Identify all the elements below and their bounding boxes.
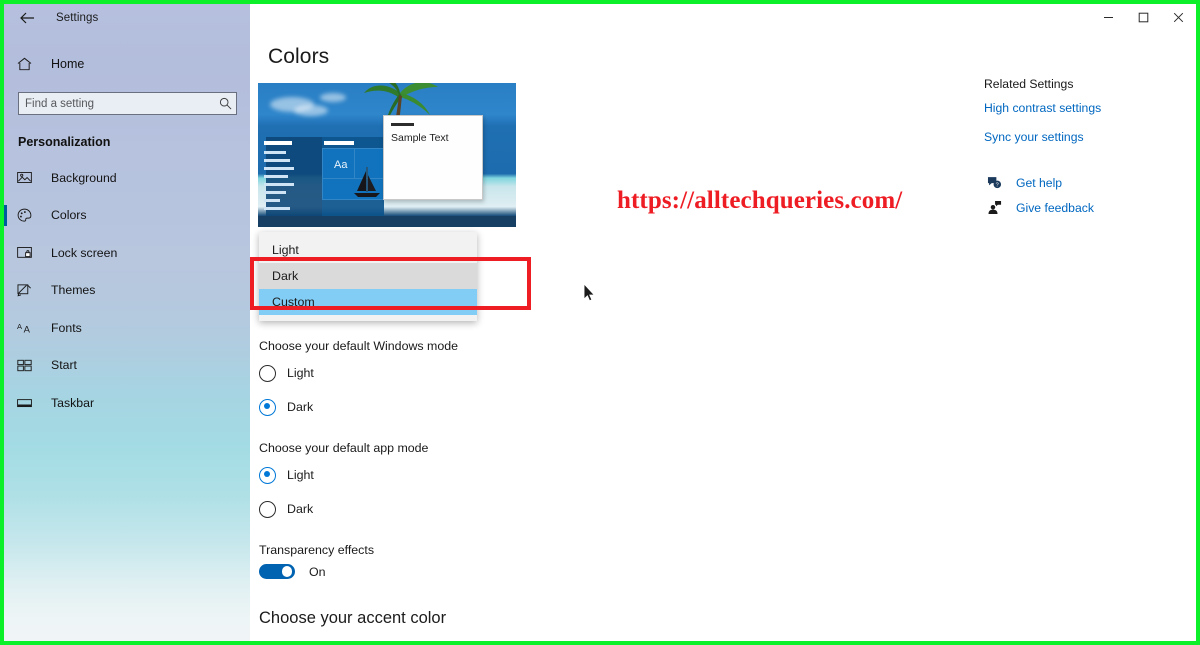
windows-mode-radio-dark[interactable]: Dark	[259, 397, 313, 417]
rail-actions: ? Get help Give feedback	[984, 176, 1184, 215]
lock-screen-icon	[17, 246, 37, 259]
watermark-text: https://alltechqueries.com/	[617, 187, 903, 214]
search-box[interactable]	[18, 92, 237, 115]
preview-taskbar	[258, 216, 516, 227]
radio-label: Dark	[287, 502, 314, 516]
give-feedback-action[interactable]: Give feedback	[984, 200, 1184, 215]
transparency-label: Transparency effects	[259, 543, 375, 557]
home-icon	[17, 57, 39, 71]
radio-indicator[interactable]	[259, 500, 276, 518]
windows-mode-radio-light[interactable]: Light	[259, 363, 314, 383]
colors-preview-image: Aa Sample Text	[258, 83, 516, 227]
preview-menu-line	[264, 159, 290, 162]
preview-cloud	[320, 93, 346, 102]
sidebar-item-taskbar[interactable]: Taskbar	[4, 384, 250, 422]
preview-sample-window-titlebar	[391, 123, 414, 126]
window-titlebar: Settings	[4, 4, 250, 32]
picture-icon	[17, 171, 37, 184]
preview-menu-line	[264, 167, 294, 170]
sidebar-item-label: Taskbar	[51, 395, 95, 410]
svg-text:A: A	[24, 324, 31, 334]
windows-mode-label: Choose your default Windows mode	[259, 339, 459, 353]
radio-label: Light	[287, 366, 314, 380]
highlight-box	[250, 257, 531, 310]
transparency-state-label: On	[309, 564, 326, 579]
maximize-button[interactable]	[1126, 4, 1161, 30]
feedback-person-icon	[984, 200, 1004, 215]
transparency-toggle-row[interactable]: On	[259, 564, 326, 579]
sidebar-section-title: Personalization	[18, 135, 111, 149]
search-icon[interactable]	[214, 97, 236, 110]
preview-menu-line	[264, 199, 280, 202]
radio-label: Light	[287, 468, 314, 482]
sidebar-item-colors[interactable]: Colors	[4, 197, 250, 235]
sidebar-item-label: Start	[51, 358, 77, 373]
link-high-contrast-settings[interactable]: High contrast settings	[984, 101, 1184, 115]
sidebar-item-label: Lock screen	[51, 245, 118, 260]
radio-label: Dark	[287, 400, 314, 414]
mouse-cursor-icon	[583, 283, 596, 302]
preview-cloud	[294, 105, 328, 116]
screenshot-root: Settings Home Person	[0, 0, 1200, 645]
preview-tiles-label	[324, 141, 354, 145]
svg-text:?: ?	[995, 183, 998, 189]
help-chat-icon: ?	[984, 176, 1004, 190]
radio-indicator[interactable]	[259, 364, 276, 382]
preview-accent-bar	[264, 141, 292, 145]
link-sync-your-settings[interactable]: Sync your settings	[984, 130, 1184, 144]
related-settings-title: Related Settings	[984, 77, 1074, 91]
get-help-label: Get help	[1016, 176, 1063, 190]
accent-color-heading: Choose your accent color	[259, 609, 447, 627]
sidebar-item-label: Background	[51, 170, 117, 185]
radio-indicator[interactable]	[259, 466, 276, 484]
preview-boat	[354, 167, 380, 197]
preview-sample-window: Sample Text	[383, 115, 483, 200]
settings-content: Colors Aa Sample Text Light Dark Custom …	[250, 4, 1196, 641]
back-arrow-icon[interactable]	[14, 6, 40, 30]
taskbar-icon	[17, 397, 37, 409]
search-input[interactable]	[19, 93, 214, 114]
window-title: Settings	[56, 12, 99, 24]
settings-sidebar: Settings Home Person	[4, 4, 250, 641]
sidebar-item-label: Themes	[51, 283, 96, 298]
close-button[interactable]	[1161, 4, 1196, 30]
sidebar-item-home[interactable]: Home	[4, 47, 250, 81]
window-controls	[1091, 4, 1196, 30]
preview-tile-text: Aa	[334, 159, 348, 171]
sidebar-item-lock-screen[interactable]: Lock screen	[4, 234, 250, 272]
toggle-knob	[281, 566, 292, 577]
sidebar-item-label: Colors	[51, 208, 87, 223]
palette-icon	[17, 208, 37, 223]
sidebar-item-background[interactable]: Background	[4, 159, 250, 197]
give-feedback-label: Give feedback	[1016, 200, 1094, 215]
preview-menu-line	[264, 151, 286, 154]
get-help-action[interactable]: ? Get help	[984, 176, 1184, 190]
radio-indicator[interactable]	[259, 398, 276, 416]
minimize-button[interactable]	[1091, 4, 1126, 30]
transparency-toggle[interactable]	[259, 564, 295, 579]
preview-menu-line	[264, 183, 294, 186]
fonts-icon: A A	[17, 321, 37, 335]
app-mode-label: Choose your default app mode	[259, 441, 429, 455]
preview-sample-text: Sample Text	[391, 132, 449, 144]
settings-window: Settings Home Person	[4, 4, 1196, 641]
sidebar-item-themes[interactable]: Themes	[4, 272, 250, 310]
preview-menu-line	[264, 191, 286, 194]
app-mode-radio-dark[interactable]: Dark	[259, 499, 313, 519]
svg-text:A: A	[17, 322, 23, 331]
preview-menu-line	[264, 175, 288, 178]
preview-menu-line	[264, 207, 290, 210]
sidebar-item-start[interactable]: Start	[4, 347, 250, 385]
brush-icon	[17, 283, 37, 297]
app-mode-radio-light[interactable]: Light	[259, 465, 314, 485]
start-tiles-icon	[17, 359, 37, 372]
sidebar-item-fonts[interactable]: A A Fonts	[4, 309, 250, 347]
sidebar-home-label: Home	[51, 57, 85, 71]
related-settings-rail: Related Settings High contrast settings …	[984, 77, 1184, 225]
page-title: Colors	[268, 45, 330, 68]
sidebar-item-label: Fonts	[51, 320, 82, 335]
